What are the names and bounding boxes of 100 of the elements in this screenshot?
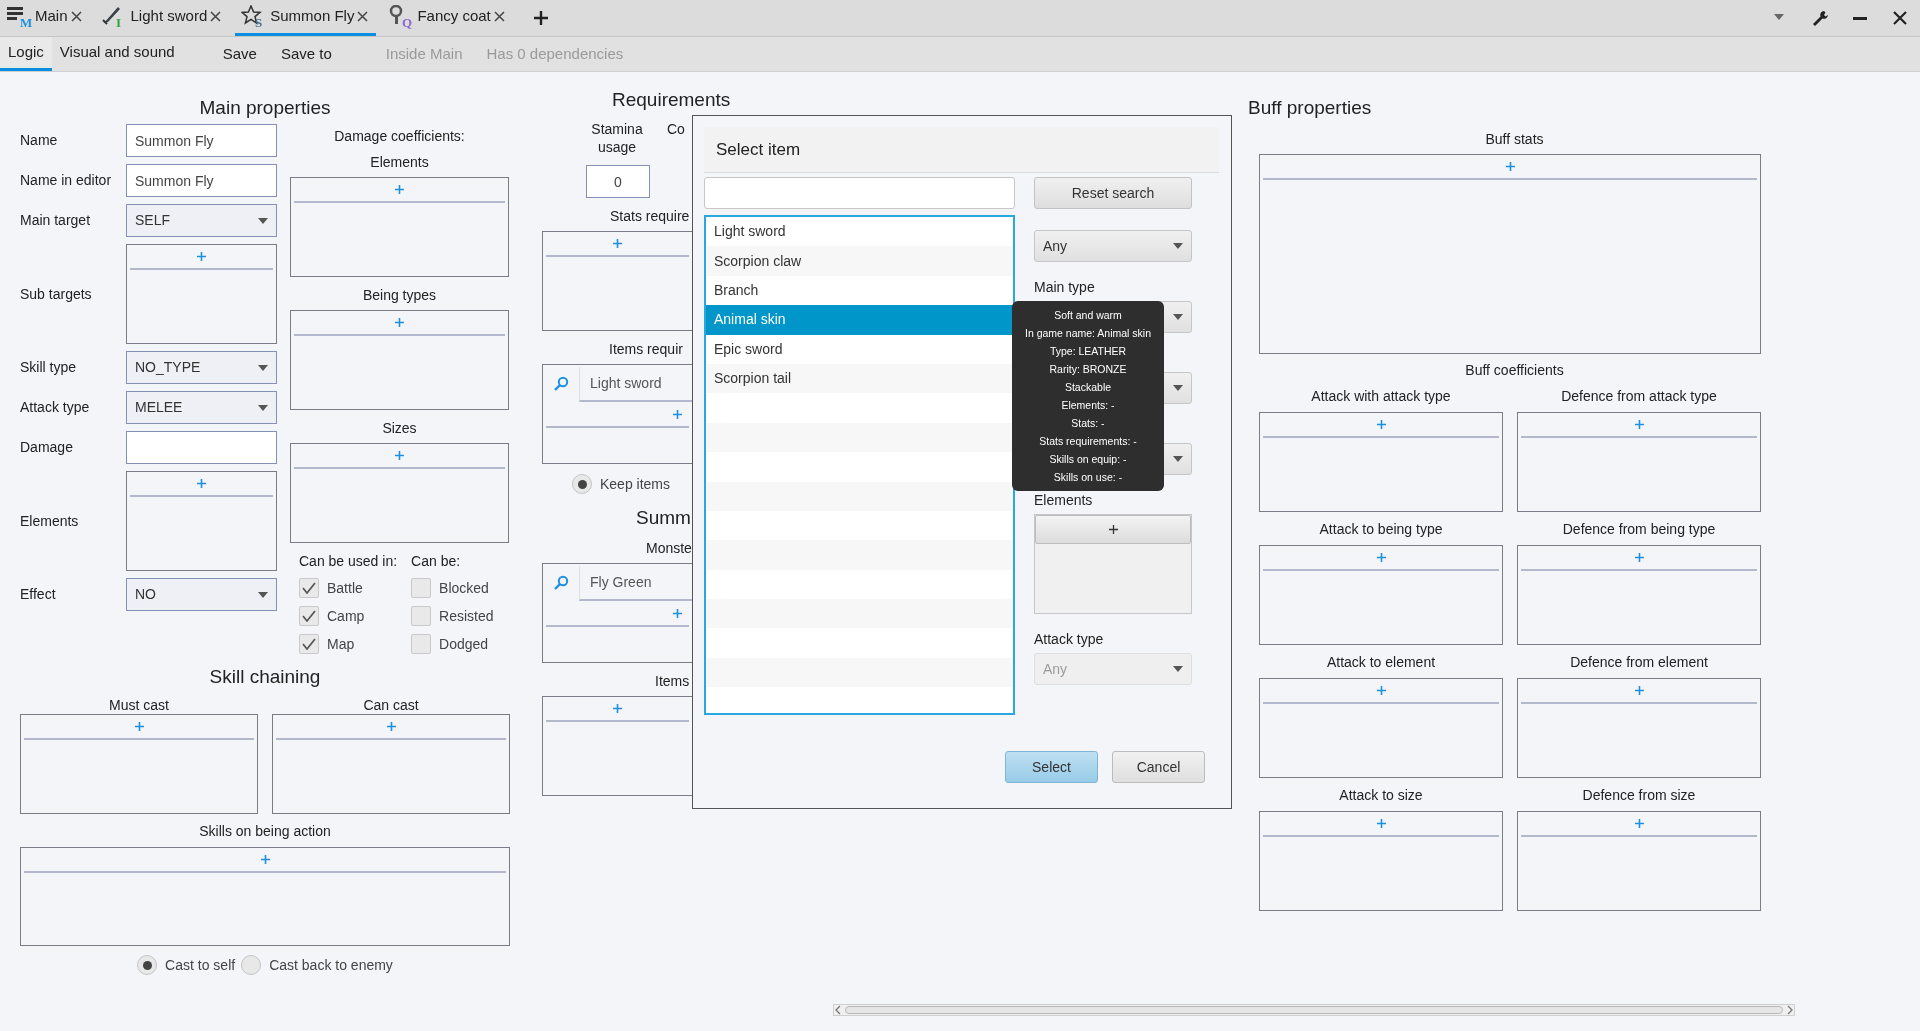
reset-search-button[interactable]: Reset search xyxy=(1034,177,1192,209)
dialog-button[interactable]: Cancel xyxy=(1112,751,1205,783)
checkbox[interactable] xyxy=(299,634,319,654)
dropdown[interactable]: MELEE xyxy=(126,391,277,424)
list-label: Buff stats xyxy=(1484,130,1545,148)
dropdown[interactable]: NO_TYPE xyxy=(126,351,277,384)
minimize-icon[interactable] xyxy=(1853,16,1867,20)
close-icon[interactable] xyxy=(1893,11,1907,25)
dropdown[interactable]: SELF xyxy=(126,204,277,237)
list-label: Being types xyxy=(361,286,438,304)
add-icon[interactable] xyxy=(395,318,404,327)
section-heading: Main properties xyxy=(198,96,332,120)
scrollbar-thumb[interactable] xyxy=(845,1006,1783,1014)
list-label: Elements xyxy=(369,153,430,171)
close-icon[interactable] xyxy=(493,11,505,22)
toolbar-button[interactable]: Save to xyxy=(268,37,344,71)
caret-icon xyxy=(258,217,268,224)
field-label: Co xyxy=(667,120,685,139)
caret-icon xyxy=(258,404,268,411)
dropdown[interactable]: NO xyxy=(126,578,277,611)
add-icon[interactable] xyxy=(1505,162,1515,171)
caret-icon xyxy=(1173,666,1183,672)
tab[interactable]: I Light sword xyxy=(95,0,230,36)
caret-icon xyxy=(1173,385,1183,391)
list-label: Monste xyxy=(646,539,692,557)
add-icon[interactable] xyxy=(386,722,396,731)
radio-button[interactable] xyxy=(241,955,262,975)
tab[interactable]: Visual and sound xyxy=(51,37,183,71)
list-label: Can cast xyxy=(362,696,420,714)
add-icon[interactable] xyxy=(1376,686,1386,695)
add-icon[interactable] xyxy=(197,479,206,488)
search-field[interactable] xyxy=(704,177,1015,209)
list-label: Defence from element xyxy=(1569,653,1709,671)
list-item[interactable]: Epic sword xyxy=(706,334,1013,364)
check-icon xyxy=(302,610,316,622)
list-item[interactable]: Branch xyxy=(706,275,1013,306)
radio-button[interactable] xyxy=(572,474,592,494)
tooltip-text: Stats: - xyxy=(1070,416,1106,431)
dropdown[interactable]: Any xyxy=(1034,230,1192,262)
add-icon[interactable] xyxy=(395,185,404,194)
add-icon[interactable] xyxy=(260,855,270,864)
close-icon[interactable] xyxy=(357,11,369,22)
caret-icon xyxy=(258,364,268,371)
add-icon[interactable] xyxy=(1376,420,1386,429)
list-label: Items xyxy=(655,672,691,690)
field-label: Name xyxy=(20,131,59,150)
text-field[interactable]: Summon Fly xyxy=(126,164,277,197)
toolbar-button[interactable]: Save xyxy=(210,37,269,71)
add-icon[interactable] xyxy=(1634,686,1644,695)
add-tab-icon[interactable] xyxy=(533,11,548,25)
add-icon[interactable] xyxy=(673,609,682,618)
add-icon[interactable] xyxy=(197,252,206,261)
checkbox[interactable] xyxy=(299,606,319,626)
checkbox[interactable] xyxy=(411,606,432,626)
caret-icon xyxy=(258,591,268,598)
section-heading: Buff properties xyxy=(1248,96,1373,120)
close-icon[interactable] xyxy=(70,11,82,22)
add-icon[interactable] xyxy=(1634,819,1644,828)
add-icon[interactable] xyxy=(613,239,622,248)
tab-label: Summon Fly xyxy=(270,6,355,27)
list-label: Defence from being type xyxy=(1561,520,1717,538)
radio-button[interactable] xyxy=(137,955,158,975)
checkbox[interactable] xyxy=(411,634,432,654)
checkbox[interactable] xyxy=(411,578,432,598)
add-icon[interactable] xyxy=(1634,553,1644,562)
list-label: Items requir xyxy=(609,340,684,358)
tab[interactable]: Logic xyxy=(0,37,52,71)
checkbox[interactable] xyxy=(299,578,319,598)
text-field[interactable]: Summon Fly xyxy=(126,124,277,157)
add-icon[interactable] xyxy=(395,451,404,460)
list-label: Stats require xyxy=(610,207,691,225)
list-item[interactable]: Scorpion tail xyxy=(706,363,1013,394)
search-icon[interactable] xyxy=(553,376,569,392)
tooltip-text: Soft and warm xyxy=(1053,308,1123,323)
add-icon[interactable] xyxy=(134,722,144,731)
tab[interactable]: Q Fancy coat xyxy=(382,0,513,36)
tooltip-text: In game name: Animal skin xyxy=(1023,326,1153,341)
search-icon[interactable] xyxy=(553,575,569,591)
group-label: Can be: xyxy=(411,552,462,570)
field-label: Main target xyxy=(20,211,92,230)
check-icon xyxy=(302,638,316,650)
add-icon[interactable] xyxy=(613,704,622,713)
number-field[interactable]: 0 xyxy=(586,165,650,198)
add-icon[interactable] xyxy=(1634,420,1644,429)
group-label: Can be used in: xyxy=(299,552,398,570)
dropdown-icon[interactable] xyxy=(1774,14,1786,22)
section-label: Buff coefficients xyxy=(1464,361,1565,379)
text-field[interactable] xyxy=(126,431,277,464)
wrench-icon[interactable] xyxy=(1811,9,1829,27)
dialog-button[interactable]: Select xyxy=(1005,751,1098,783)
add-icon[interactable] xyxy=(673,410,682,419)
list-item[interactable]: Scorpion claw xyxy=(706,246,1013,276)
horizontal-scrollbar[interactable] xyxy=(833,1004,1795,1016)
list-item[interactable]: Light sword xyxy=(706,217,1013,247)
add-button[interactable] xyxy=(1035,515,1191,544)
close-icon[interactable] xyxy=(210,11,222,22)
add-icon[interactable] xyxy=(1376,819,1386,828)
list-label: Defence from attack type xyxy=(1560,387,1718,405)
checkbox-label: Resisted xyxy=(439,606,494,626)
add-icon[interactable] xyxy=(1376,553,1386,562)
